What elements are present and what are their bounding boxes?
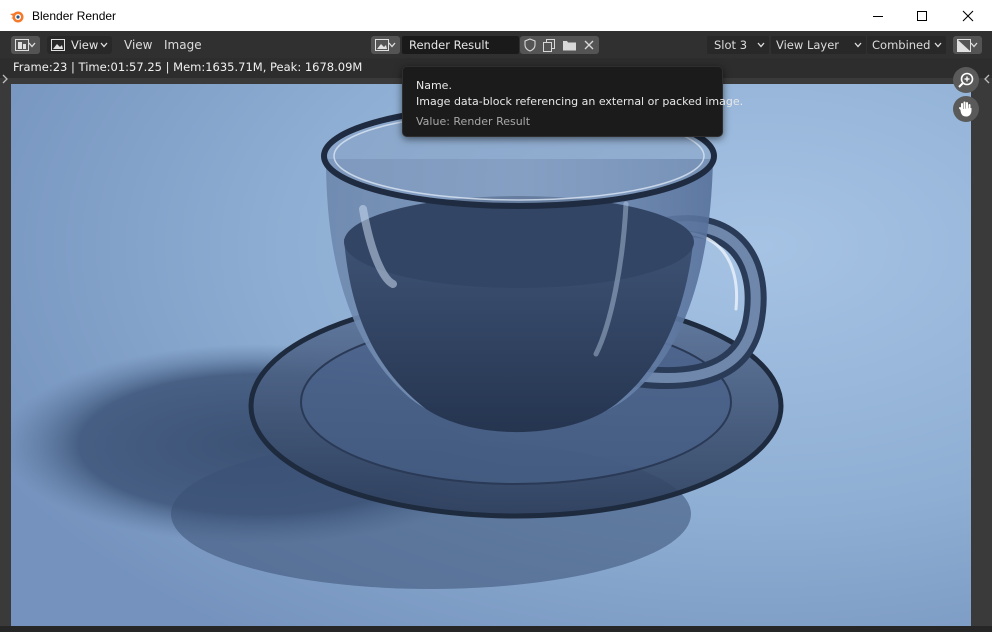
view-layer-label: View Layer bbox=[776, 38, 840, 52]
close-button[interactable] bbox=[945, 0, 991, 31]
view-mode-label: View bbox=[71, 38, 99, 52]
chevron-down-icon bbox=[854, 42, 862, 48]
tooltip-value: Value: Render Result bbox=[416, 115, 531, 128]
folder-icon bbox=[563, 41, 576, 51]
chevron-down-icon bbox=[100, 42, 108, 48]
image-name-field[interactable]: Render Result bbox=[402, 36, 519, 54]
viewport-bottom-edge bbox=[0, 626, 992, 632]
shield-icon bbox=[524, 38, 536, 52]
chevron-down-icon bbox=[934, 42, 942, 48]
image-icon bbox=[51, 39, 65, 51]
duplicate-icon bbox=[543, 39, 555, 52]
render-stats: Frame:23 | Time:01:57.25 | Mem:1635.71M,… bbox=[13, 60, 363, 74]
unlink-image-button[interactable] bbox=[582, 38, 596, 55]
color-alpha-icon bbox=[957, 38, 971, 52]
open-image-button[interactable] bbox=[562, 38, 577, 55]
tooltip-description: Image data-block referencing an external… bbox=[416, 95, 744, 108]
menu-view[interactable]: View bbox=[124, 35, 152, 55]
slot-label: Slot 3 bbox=[714, 38, 748, 52]
zoom-gizmo-button[interactable] bbox=[953, 67, 979, 93]
minimize-button[interactable] bbox=[855, 0, 901, 31]
view-layer-dropdown[interactable]: View Layer bbox=[771, 36, 866, 54]
image-editor-icon bbox=[15, 39, 29, 51]
image-name-tooltip: Name. Image data-block referencing an ex… bbox=[402, 66, 744, 137]
chevron-down-icon bbox=[757, 42, 765, 48]
render-pass-label: Combined bbox=[872, 38, 931, 52]
expand-toolbar-arrow-icon[interactable] bbox=[1, 74, 9, 84]
maximize-button[interactable] bbox=[899, 0, 945, 31]
fake-user-button[interactable] bbox=[523, 38, 537, 55]
window-title: Blender Render bbox=[32, 8, 117, 23]
zoom-in-icon bbox=[958, 72, 974, 88]
image-actions-group bbox=[520, 36, 599, 54]
image-editor-header: View View Image Render Result Slot 3 Vie… bbox=[0, 31, 992, 58]
editor-type-button[interactable] bbox=[11, 36, 40, 54]
image-browse-button[interactable] bbox=[371, 36, 400, 54]
chevron-down-icon bbox=[970, 42, 978, 48]
menu-image[interactable]: Image bbox=[164, 35, 202, 55]
render-result-image[interactable] bbox=[11, 84, 971, 626]
tooltip-heading: Name. bbox=[416, 79, 452, 92]
chevron-down-icon bbox=[28, 42, 36, 48]
minimize-icon bbox=[873, 15, 883, 17]
slot-dropdown[interactable]: Slot 3 bbox=[707, 36, 769, 54]
maximize-icon bbox=[917, 10, 927, 21]
window-titlebar: Blender Render bbox=[0, 0, 992, 31]
pan-gizmo-button[interactable] bbox=[953, 96, 979, 122]
display-channels-button[interactable] bbox=[953, 36, 982, 54]
chevron-down-icon bbox=[388, 42, 396, 48]
image-icon bbox=[375, 39, 389, 51]
blender-logo-icon bbox=[9, 8, 25, 24]
expand-sidebar-arrow-icon[interactable] bbox=[983, 74, 991, 84]
render-pass-dropdown[interactable]: Combined bbox=[867, 36, 946, 54]
close-icon bbox=[584, 40, 594, 50]
hand-icon bbox=[959, 101, 972, 117]
view-mode-dropdown[interactable]: View bbox=[47, 36, 112, 54]
new-image-button[interactable] bbox=[542, 38, 556, 55]
close-icon bbox=[962, 10, 974, 21]
